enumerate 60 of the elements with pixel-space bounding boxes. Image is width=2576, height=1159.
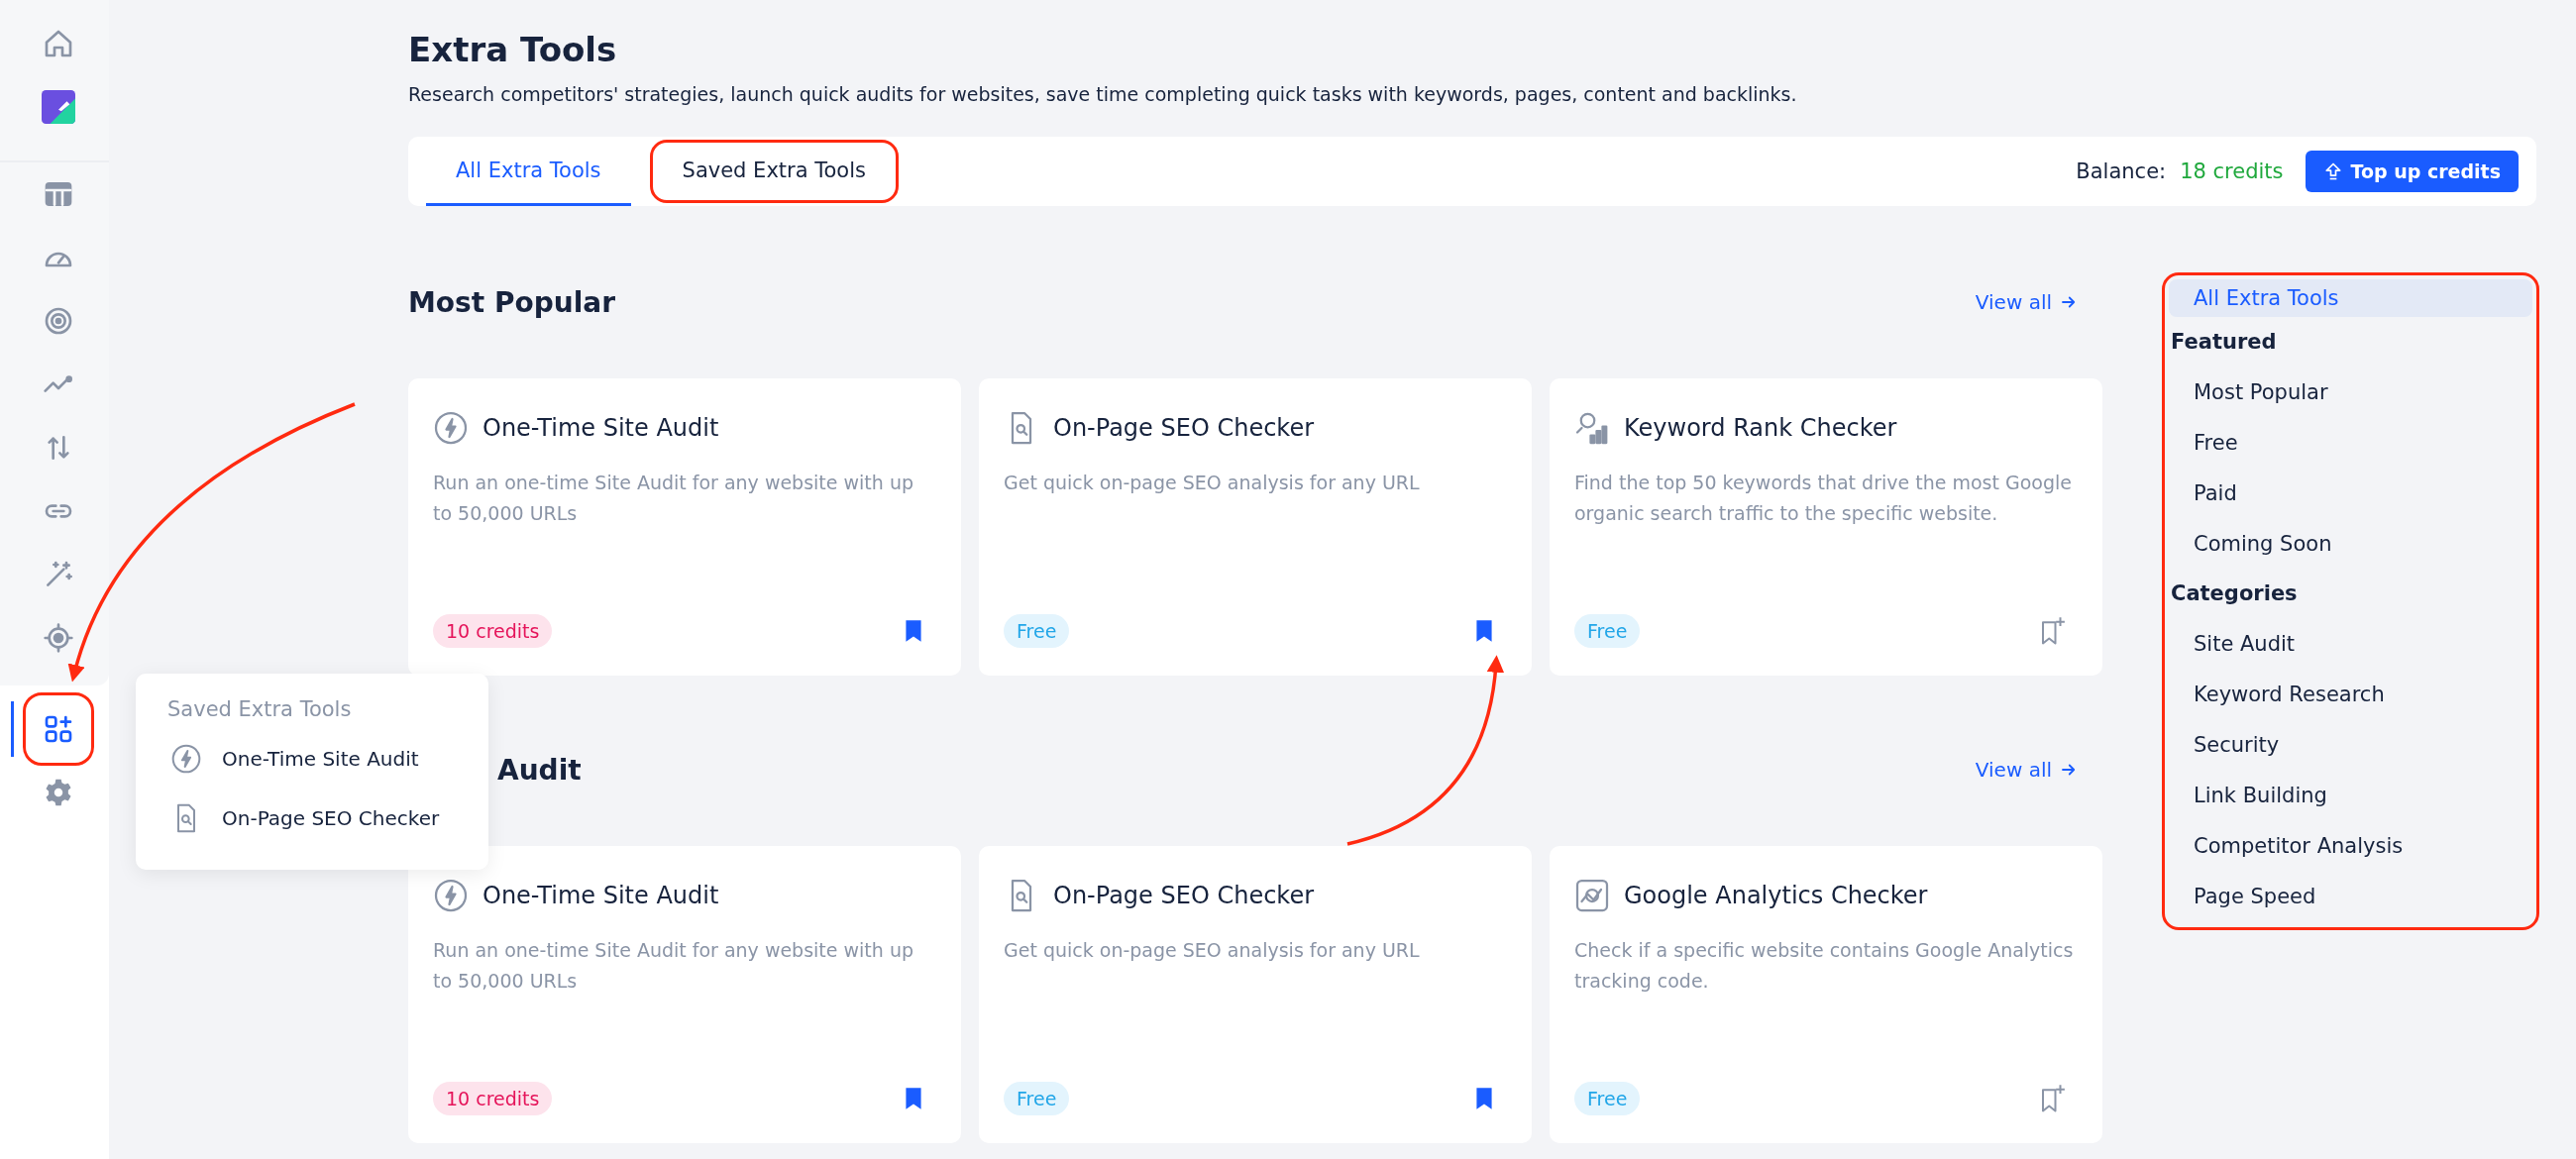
tool-title: Google Analytics Checker [1624,882,1928,909]
tool-description: Run an one-time Site Audit for any website with up to 50,000 URLs [433,938,914,994]
tool-card[interactable]: One-Time Site Audit Run an one-time Site Audit for any website with up to 50,000 URLs 10 credits [408,846,961,1143]
apps-icon[interactable] [43,713,74,745]
balance-label: Balance: [2076,159,2167,183]
nav-item[interactable]: Most Popular [2169,367,2532,417]
price-badge: Free [1574,614,1641,648]
price-badge: 10 credits [433,1082,553,1115]
nav-item[interactable]: Page Speed [2169,871,2532,921]
target-icon[interactable] [43,622,74,654]
nav-item[interactable]: Keyword Research [2169,669,2532,719]
tool-description: Find the top 50 keywords that drive the most Google organic search traffic to the specific website. [1574,471,2073,526]
tool-title: On-Page SEO Checker [1053,882,1314,909]
nav-item[interactable]: Site Audit [2169,618,2532,669]
nav-heading: Featured [2170,329,2278,356]
price-badge: Free [1004,1082,1070,1115]
home-icon[interactable] [43,28,74,59]
tool-description: Check if a specific website contains Google Analytics tracking code. [1574,938,2075,994]
tab[interactable]: Saved Extra Tools [652,143,896,200]
lightning-icon [433,878,469,913]
price-badge: Free [1574,1082,1641,1115]
popup-item[interactable]: On-Page SEO Checker [167,789,457,848]
tool-title: On-Page SEO Checker [1053,414,1314,442]
nav-item[interactable]: All Extra Tools [2169,279,2532,317]
section-title: Most Popular [408,285,615,319]
price-badge: 10 credits [433,614,553,648]
lightning-icon [433,410,469,446]
nav-item[interactable]: Competitor Analysis [2169,820,2532,871]
top-up-button[interactable]: Top up credits [2305,151,2519,192]
view-all-link[interactable]: View all [1975,758,2078,782]
analytics-icon [1574,878,1610,913]
radar-icon[interactable] [43,305,74,337]
price-badge: Free [1004,614,1070,648]
tool-description: Get quick on-page SEO analysis for any URL [1004,938,1421,963]
tool-card[interactable]: On-Page SEO Checker Get quick on-page SEO analysis for any URL Free [979,378,1532,676]
nav-item[interactable]: Security [2169,719,2532,770]
tool-title: Keyword Rank Checker [1624,414,1897,442]
nav-heading: Categories [2170,580,2299,607]
tool-title: One-Time Site Audit [483,414,719,442]
nav-item[interactable]: Link Building [2169,770,2532,820]
magnifier-bar-chart-icon [1574,410,1610,446]
nav-item[interactable]: Paid [2169,468,2532,518]
popup-title: Saved Extra Tools [167,697,353,721]
page-subtitle: Research competitors' strategies, launch quick audits for websites, save time completing quick tasks with keywords, pages, content and backlinks. [408,83,1798,105]
tool-card[interactable]: Google Analytics Checker Check if a specific website contains Google Analytics tracking code. Free [1550,846,2102,1143]
tool-card[interactable]: Keyword Rank Checker Find the top 50 keywords that drive the most Google organic search traffic to the specific website. Free [1550,378,2102,676]
view-all-link[interactable]: View all [1975,290,2078,314]
nav-item[interactable]: Coming Soon [2169,518,2532,569]
tool-card[interactable]: On-Page SEO Checker Get quick on-page SEO analysis for any URL Free [979,846,1532,1143]
tool-description: Get quick on-page SEO analysis for any URL [1004,471,1421,495]
popup-item[interactable]: One-Time Site Audit [167,729,457,789]
balance-value: 18 credits [2180,159,2284,183]
tool-title: One-Time Site Audit [483,882,719,909]
tool-description: Run an one-time Site Audit for any website with up to 50,000 URLs [433,471,914,526]
page-title: Extra Tools [408,30,618,69]
tool-card[interactable]: One-Time Site Audit Run an one-time Site Audit for any website with up to 50,000 URLs 10 credits [408,378,961,676]
lightning-icon [170,743,202,775]
logo-icon[interactable] [42,90,75,124]
nav-item[interactable]: Free [2169,417,2532,468]
tab[interactable]: All Extra Tools [426,137,631,206]
